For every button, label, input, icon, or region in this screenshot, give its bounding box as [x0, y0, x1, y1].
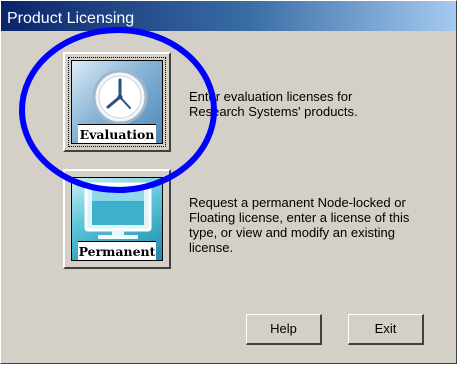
- evaluation-description-line: Research Systems' products.: [189, 104, 358, 119]
- permanent-description-line: license.: [189, 240, 234, 255]
- window-title: Product Licensing: [7, 10, 135, 27]
- permanent-description: Request a permanent Node-locked or Float…: [189, 195, 455, 255]
- evaluation-button-image: Evaluation: [68, 57, 166, 147]
- product-licensing-window: Product Licensing Evaluation Permanent E…: [0, 0, 457, 364]
- permanent-description-line: Request a permanent Node-locked or: [189, 195, 406, 210]
- permanent-button-label: Permanent: [78, 241, 156, 260]
- help-button[interactable]: Help: [246, 314, 322, 345]
- evaluation-button-label: Evaluation: [78, 124, 156, 143]
- title-bar[interactable]: Product Licensing: [1, 1, 456, 31]
- exit-button[interactable]: Exit: [348, 314, 424, 345]
- evaluation-description-line: Enter evaluation licenses for: [189, 89, 353, 104]
- permanent-description-line: type, or view and modify an existing: [189, 225, 395, 240]
- evaluation-description: Enter evaluation licenses for Research S…: [189, 89, 455, 119]
- permanent-description-line: Floating license, enter a license of thi…: [189, 210, 410, 225]
- permanent-button-image: Permanent: [71, 177, 163, 261]
- evaluation-button[interactable]: Evaluation: [63, 52, 171, 152]
- permanent-button[interactable]: Permanent: [63, 169, 171, 269]
